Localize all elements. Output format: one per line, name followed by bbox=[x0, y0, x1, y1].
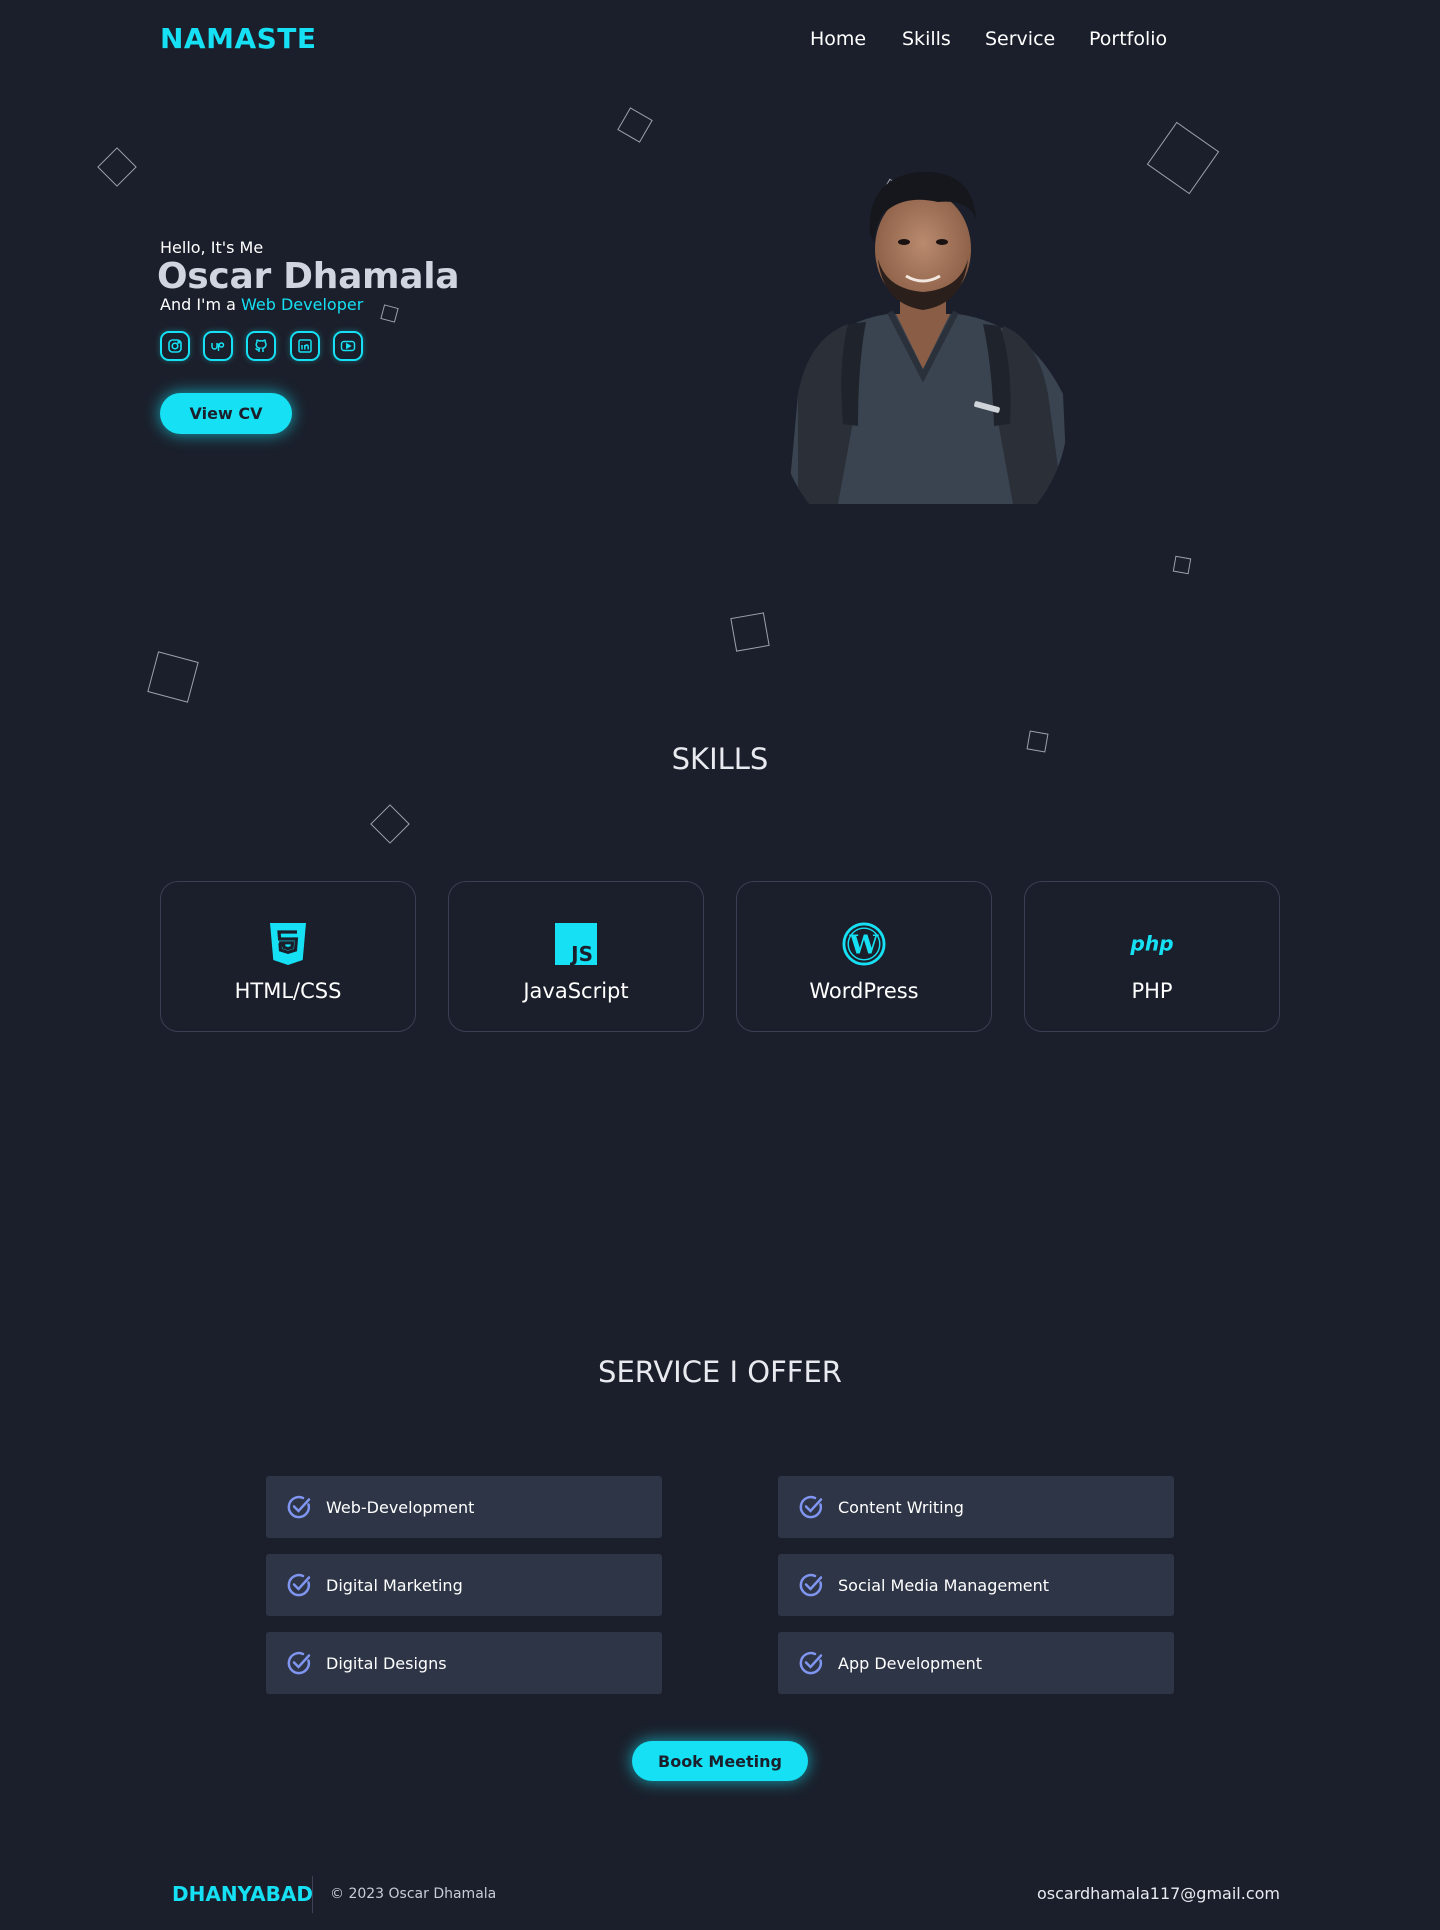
javascript-icon: JS bbox=[554, 922, 598, 966]
role-prefix: And I'm a bbox=[160, 295, 236, 314]
decorative-square bbox=[97, 147, 137, 187]
svg-text:W: W bbox=[849, 931, 880, 961]
service-label: Digital Marketing bbox=[326, 1575, 463, 1595]
book-meeting-button[interactable]: Book Meeting bbox=[632, 1741, 808, 1781]
service-item-digital-marketing: Digital Marketing bbox=[266, 1554, 662, 1616]
decorative-square bbox=[147, 651, 199, 703]
services-title: SERVICE I OFFER bbox=[598, 1355, 842, 1389]
main-nav: Home Skills Service Portfolio bbox=[0, 28, 1440, 58]
service-item-content-writing: Content Writing bbox=[778, 1476, 1174, 1538]
footer-copyright: © 2023 Oscar Dhamala bbox=[330, 1886, 497, 1902]
svg-text:php: php bbox=[1130, 931, 1174, 955]
hero-name: Oscar Dhamala bbox=[157, 256, 460, 297]
skill-label: JavaScript bbox=[523, 979, 629, 1003]
skill-label: PHP bbox=[1131, 979, 1173, 1003]
skill-card-html-css: HTML/CSS bbox=[160, 881, 416, 1032]
check-circle-icon bbox=[287, 1651, 311, 1675]
decorative-square bbox=[380, 304, 399, 323]
nav-portfolio[interactable]: Portfolio bbox=[1089, 28, 1167, 50]
instagram-icon[interactable] bbox=[160, 331, 190, 361]
service-label: Web-Development bbox=[326, 1497, 475, 1517]
decorative-square bbox=[370, 804, 410, 844]
decorative-square bbox=[1146, 121, 1220, 195]
service-item-digital-designs: Digital Designs bbox=[266, 1632, 662, 1694]
skill-card-php: php PHP bbox=[1024, 881, 1280, 1032]
service-item-social-media-management: Social Media Management bbox=[778, 1554, 1174, 1616]
svg-text:JS: JS bbox=[569, 942, 593, 965]
skill-card-javascript: JS JavaScript bbox=[448, 881, 704, 1032]
wordpress-icon: W bbox=[842, 922, 886, 966]
skills-title: SKILLS bbox=[671, 742, 769, 776]
service-label: Social Media Management bbox=[838, 1575, 1050, 1595]
skill-label: HTML/CSS bbox=[234, 979, 342, 1003]
php-icon: php bbox=[1130, 922, 1174, 966]
profile-photo bbox=[788, 171, 1068, 504]
linkedin-icon[interactable] bbox=[290, 331, 320, 361]
skill-card-wordpress: W WordPress bbox=[736, 881, 992, 1032]
check-circle-icon bbox=[799, 1495, 823, 1519]
youtube-icon[interactable] bbox=[333, 331, 363, 361]
hero-greeting: Hello, It's Me bbox=[160, 238, 264, 257]
service-label: Digital Designs bbox=[326, 1653, 447, 1673]
service-label: Content Writing bbox=[838, 1497, 964, 1517]
nav-home[interactable]: Home bbox=[810, 28, 866, 50]
check-circle-icon bbox=[799, 1651, 823, 1675]
view-cv-button[interactable]: View CV bbox=[160, 393, 292, 434]
check-circle-icon bbox=[287, 1573, 311, 1597]
nav-service[interactable]: Service bbox=[985, 28, 1055, 50]
hero-role: And I'm a Web Developer bbox=[160, 295, 363, 314]
nav-skills[interactable]: Skills bbox=[902, 28, 951, 50]
footer-email-link[interactable]: oscardhamala117@gmail.com bbox=[1037, 1884, 1280, 1903]
service-item-app-development: App Development bbox=[778, 1632, 1174, 1694]
skill-label: WordPress bbox=[809, 979, 919, 1003]
footer-divider bbox=[312, 1876, 313, 1913]
check-circle-icon bbox=[799, 1573, 823, 1597]
role-highlight: Web Developer bbox=[241, 295, 364, 314]
footer-brand: DHANYABAD bbox=[172, 1882, 313, 1906]
decorative-square bbox=[1172, 555, 1192, 575]
service-item-web-development: Web-Development bbox=[266, 1476, 662, 1538]
html5-icon bbox=[266, 922, 310, 966]
decorative-square bbox=[617, 107, 653, 143]
decorative-square bbox=[730, 612, 770, 652]
service-label: App Development bbox=[838, 1653, 983, 1673]
upwork-icon[interactable] bbox=[203, 331, 233, 361]
check-circle-icon bbox=[287, 1495, 311, 1519]
github-icon[interactable] bbox=[246, 331, 276, 361]
